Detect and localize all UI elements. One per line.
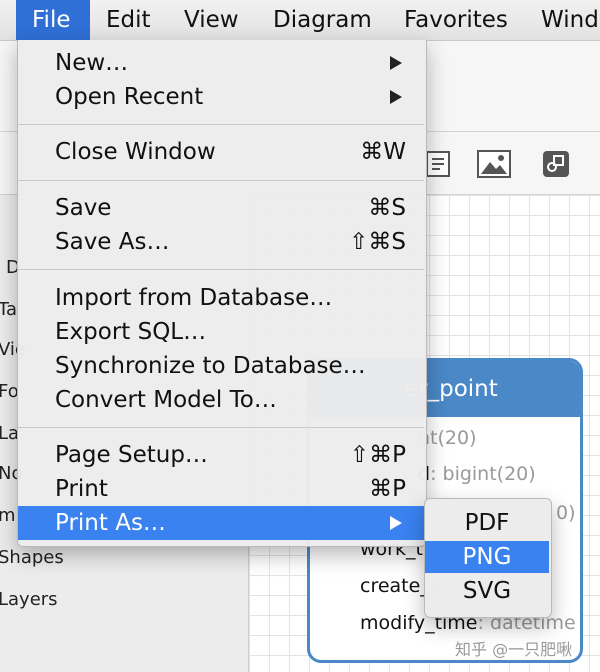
shape-icon[interactable] xyxy=(538,146,574,182)
menu-item-save[interactable]: Save ⌘S xyxy=(18,191,424,225)
menu-separator xyxy=(18,180,424,181)
watermark: 知乎 @一只肥啾 xyxy=(455,640,573,659)
menu-separator xyxy=(18,427,424,428)
sidebar-item[interactable]: Fo xyxy=(0,381,19,402)
file-menu: New… Open Recent Close Window ⌘W Save ⌘S… xyxy=(17,40,427,547)
menu-item-print[interactable]: Print ⌘P xyxy=(18,472,424,506)
entity-field[interactable]: 0) xyxy=(556,502,576,524)
menu-edit[interactable]: Edit xyxy=(90,0,167,40)
menu-separator xyxy=(18,269,424,270)
submenu-item-pdf[interactable]: PDF xyxy=(425,507,549,539)
menu-item-open-recent[interactable]: Open Recent xyxy=(18,80,424,114)
menu-window[interactable]: Wind xyxy=(525,0,600,40)
menu-view[interactable]: View xyxy=(168,0,255,40)
menu-item-export-sql[interactable]: Export SQL… xyxy=(18,315,424,349)
menu-separator xyxy=(18,124,424,125)
submenu-arrow-icon xyxy=(390,56,402,70)
menu-bar: File Edit View Diagram Favorites Wind xyxy=(0,0,600,41)
submenu-arrow-icon xyxy=(390,516,402,530)
menu-favorites[interactable]: Favorites xyxy=(388,0,524,40)
menu-item-print-as[interactable]: Print As… xyxy=(18,506,424,540)
menu-item-convert-model-to[interactable]: Convert Model To… xyxy=(18,383,424,417)
menu-item-synchronize-to-database[interactable]: Synchronize to Database… xyxy=(18,349,424,383)
sidebar-item[interactable]: m xyxy=(0,505,16,526)
menu-file[interactable]: File xyxy=(16,0,90,40)
sidebar-item-layers[interactable]: Layers xyxy=(0,589,58,610)
sidebar-item[interactable]: Ta xyxy=(0,299,17,320)
menu-diagram[interactable]: Diagram xyxy=(257,0,388,40)
submenu-item-png[interactable]: PNG xyxy=(425,541,549,573)
submenu-arrow-icon xyxy=(390,90,402,104)
menu-item-save-as[interactable]: Save As… ⇧⌘S xyxy=(18,225,424,259)
image-icon[interactable] xyxy=(476,146,512,182)
entity-field[interactable]: d: bigint(20) xyxy=(418,463,536,485)
print-as-submenu: PDF PNG SVG xyxy=(424,498,552,618)
menu-item-import-from-database[interactable]: Import from Database… xyxy=(18,281,424,315)
menu-item-close-window[interactable]: Close Window ⌘W xyxy=(18,135,424,169)
menu-item-new[interactable]: New… xyxy=(18,46,424,80)
sidebar-item-shapes[interactable]: Shapes xyxy=(0,547,64,568)
menu-item-page-setup[interactable]: Page Setup… ⇧⌘P xyxy=(18,438,424,472)
submenu-item-svg[interactable]: SVG xyxy=(425,575,549,607)
